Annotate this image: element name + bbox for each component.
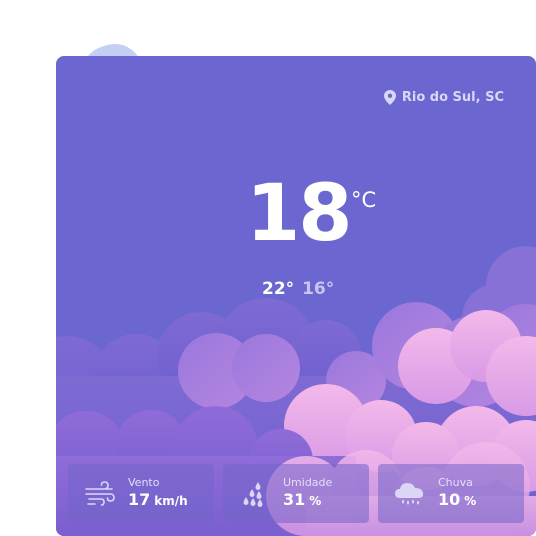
current-temperature: 18 [246,169,353,259]
humidity-value-line: 31% [283,490,332,511]
wind-unit: km/h [154,494,188,508]
wind-value: 17 [128,490,151,509]
wind-label: Vento [128,476,160,489]
humidity-value: 31 [283,490,306,509]
rain-value: 10 [438,490,461,509]
humidity-label: Umidade [283,476,333,489]
humidity-stat: Umidade 31% [223,464,369,523]
rain-stat: Chuva 10% [378,464,524,523]
location-name: Rio do Sul, SC [401,90,504,105]
wind-value-line: 17 km/h [128,490,188,511]
humidity-drops-icon [243,481,263,507]
wind-icon [85,480,115,506]
rain-value-line: 10% [438,490,476,511]
max-temperature: 22° [262,279,295,299]
rain-unit: % [464,494,477,508]
humidity-unit: % [309,494,322,508]
weather-card: Rio do Sul, SC 18 °C 22° 16° Vento 17 km/… [56,56,536,536]
rain-label: Chuva [438,476,473,489]
location[interactable]: Rio do Sul, SC [383,90,504,105]
min-temperature: 16° [302,279,335,299]
temperature-range: 22° 16° [262,278,334,300]
map-pin-icon [383,90,396,105]
rain-cloud-icon [395,482,424,504]
wind-stat: Vento 17 km/h [68,464,214,523]
temperature-unit: °C [351,188,377,212]
